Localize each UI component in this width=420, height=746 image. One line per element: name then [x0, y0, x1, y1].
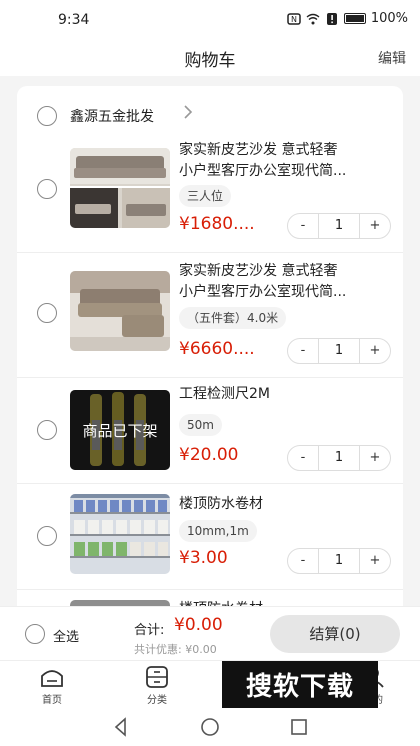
- back-icon[interactable]: [110, 716, 132, 738]
- battery-level: 100%: [370, 11, 408, 26]
- battery-icon: [343, 13, 366, 24]
- increase-button[interactable]: +: [359, 445, 391, 471]
- quantity-stepper: - 1 +: [287, 445, 391, 471]
- item-price: ¥20.00: [179, 445, 239, 465]
- cart-item: 家实新皮艺沙发 意式轻奢 小户型客厅办公室现代简... 三人位 ¥1680...…: [17, 136, 403, 253]
- recent-apps-icon[interactable]: [288, 716, 310, 738]
- item-title[interactable]: 楼顶防水卷材: [179, 494, 395, 515]
- increase-button[interactable]: +: [359, 338, 391, 364]
- item-spec-tag[interactable]: 10mm,1m: [179, 520, 257, 542]
- tab-category[interactable]: 分类: [122, 665, 192, 706]
- system-nav-bar: [0, 708, 420, 746]
- shop-name[interactable]: 鑫源五金批发: [70, 106, 154, 126]
- alert-icon: [326, 12, 337, 25]
- wifi-icon: [306, 13, 320, 24]
- quantity-value[interactable]: 1: [319, 548, 359, 574]
- item-select-radio[interactable]: [37, 526, 57, 546]
- checkout-bar: 全选 合计: ¥0.00 共计优惠: ¥0.00 结算(0): [0, 606, 420, 660]
- nfc-icon: N: [287, 12, 301, 25]
- increase-button[interactable]: +: [359, 213, 391, 239]
- decrease-button[interactable]: -: [287, 213, 319, 239]
- paint-shelves-image[interactable]: [70, 494, 170, 574]
- quantity-stepper: - 1 +: [287, 338, 391, 364]
- page-title: 购物车: [184, 51, 236, 71]
- cart-card: 鑫源五金批发 家实新皮艺沙发 意式轻奢 小户型客厅办公室现代简... 三人位 ¥…: [17, 86, 403, 626]
- quantity-stepper: - 1 +: [287, 548, 391, 574]
- watermark-banner: 搜软下载: [222, 661, 378, 713]
- category-icon: [146, 666, 168, 688]
- sofa-corner-image[interactable]: [70, 148, 170, 228]
- quantity-value[interactable]: 1: [319, 213, 359, 239]
- tab-label: 分类: [147, 695, 167, 706]
- item-spec-tag[interactable]: （五件套）4.0米: [179, 307, 287, 329]
- item-price: ¥3.00: [179, 548, 228, 568]
- item-spec-tag[interactable]: 三人位: [179, 185, 232, 207]
- home-icon: [41, 670, 63, 687]
- item-title[interactable]: 工程检测尺2M: [179, 384, 395, 405]
- select-all-radio[interactable]: [25, 624, 45, 644]
- removed-overlay: 商品已下架: [70, 390, 170, 470]
- svg-text:N: N: [291, 15, 297, 24]
- checkout-button[interactable]: 结算(0): [270, 615, 400, 653]
- total-label: 合计:: [134, 623, 165, 638]
- shop-header[interactable]: 鑫源五金批发: [17, 86, 403, 136]
- tab-label: 首页: [42, 695, 62, 706]
- page-header: 购物车 编辑: [0, 40, 420, 76]
- shop-select-radio[interactable]: [37, 106, 57, 126]
- measuring-ruler-image[interactable]: 商品已下架: [70, 390, 170, 470]
- status-time: 9:34: [58, 12, 90, 28]
- item-title[interactable]: 家实新皮艺沙发 意式轻奢: [179, 140, 395, 161]
- item-title-line2[interactable]: 小户型客厅办公室现代简...: [179, 161, 395, 182]
- home-circle-icon[interactable]: [199, 716, 221, 738]
- select-all-label[interactable]: 全选: [53, 626, 79, 645]
- quantity-value[interactable]: 1: [319, 445, 359, 471]
- decrease-button[interactable]: -: [287, 548, 319, 574]
- cart-item: 家实新皮艺沙发 意式轻奢 小户型客厅办公室现代简... （五件套）4.0米 ¥6…: [17, 253, 403, 378]
- status-bar: 9:34 N 100%: [0, 0, 420, 40]
- decrease-button[interactable]: -: [287, 445, 319, 471]
- cart-item: 商品已下架 工程检测尺2M 50m ¥20.00 - 1 +: [17, 378, 403, 484]
- tab-home[interactable]: 首页: [17, 665, 87, 706]
- status-icons: N 100%: [287, 11, 408, 26]
- item-title-line2[interactable]: 小户型客厅办公室现代简...: [179, 282, 395, 303]
- item-title[interactable]: 家实新皮艺沙发 意式轻奢: [179, 261, 395, 282]
- decrease-button[interactable]: -: [287, 338, 319, 364]
- item-spec-tag[interactable]: 50m: [179, 414, 222, 436]
- total-price: ¥0.00: [174, 615, 223, 635]
- item-price: ¥1680....: [179, 214, 255, 234]
- cart-item: 楼顶防水卷材 10mm,1m ¥3.00 - 1 +: [17, 484, 403, 590]
- item-select-radio[interactable]: [37, 303, 57, 323]
- quantity-value[interactable]: 1: [319, 338, 359, 364]
- chevron-right-icon[interactable]: [183, 104, 193, 120]
- sofa-sectional-image[interactable]: [70, 271, 170, 351]
- item-select-radio[interactable]: [37, 420, 57, 440]
- increase-button[interactable]: +: [359, 548, 391, 574]
- quantity-stepper: - 1 +: [287, 213, 391, 239]
- edit-button[interactable]: 编辑: [378, 48, 406, 68]
- item-select-radio[interactable]: [37, 179, 57, 199]
- discount-text: 共计优惠: ¥0.00: [134, 643, 217, 656]
- item-price: ¥6660....: [179, 339, 255, 359]
